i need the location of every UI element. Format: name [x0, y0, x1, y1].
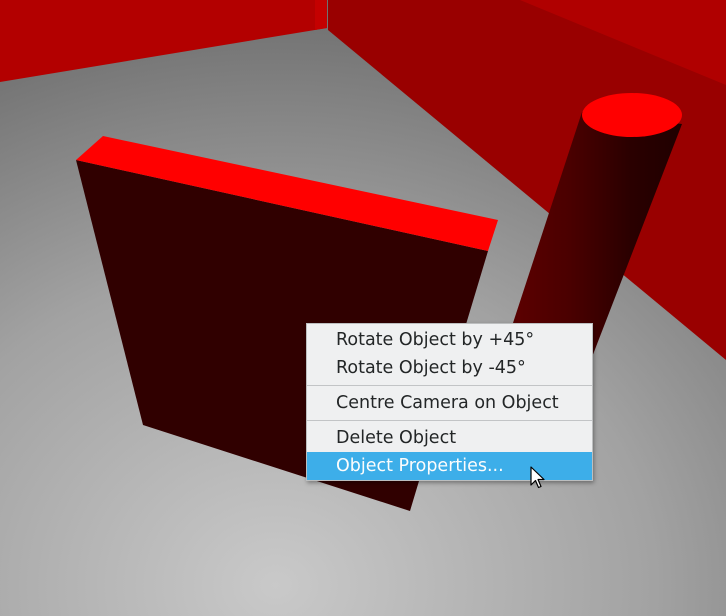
menu-item-rotate-minus-45[interactable]: Rotate Object by -45°	[307, 354, 592, 382]
menu-separator	[307, 385, 592, 386]
context-menu: Rotate Object by +45° Rotate Object by -…	[306, 323, 593, 481]
menu-item-centre-camera[interactable]: Centre Camera on Object	[307, 389, 592, 417]
wall-back-left-edge	[315, 0, 327, 30]
menu-item-object-properties[interactable]: Object Properties...	[307, 452, 592, 480]
menu-separator	[307, 420, 592, 421]
arrow-cursor-icon	[530, 466, 545, 489]
3d-viewport[interactable]	[0, 0, 726, 616]
menu-item-delete-object[interactable]: Delete Object	[307, 424, 592, 452]
cylinder-top[interactable]	[582, 93, 682, 137]
menu-item-rotate-plus-45[interactable]: Rotate Object by +45°	[307, 326, 592, 354]
